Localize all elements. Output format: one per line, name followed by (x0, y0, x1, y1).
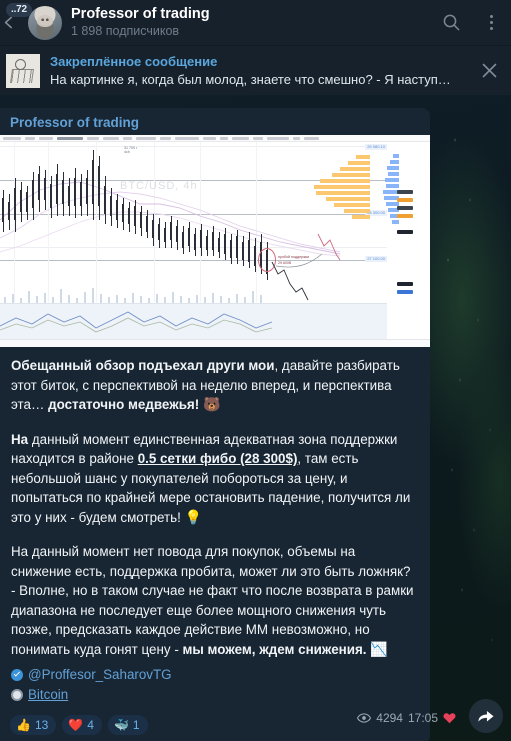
more-vertical-icon (489, 15, 493, 30)
pinned-close-button[interactable] (467, 46, 511, 96)
message-text: Обещанный обзор подъехал други мои, дава… (0, 347, 430, 663)
record-circle-icon (11, 689, 23, 701)
search-icon (443, 14, 459, 31)
link-row-channel[interactable]: @Proffesor_SaharovTG (11, 665, 418, 685)
message-bubble[interactable]: Professor of trading пробой поддержки 29… (0, 108, 430, 741)
subscriber-count: 1 898 подписчиков (71, 24, 180, 38)
whale-emoji: 🐳 (113, 718, 129, 732)
message-meta: 4294 17:05 (357, 711, 456, 725)
chart-time-axis (0, 339, 430, 347)
chart-down-emoji: 📉 (370, 640, 388, 657)
unread-count-badge: ..72 (6, 3, 32, 17)
verified-check-icon (11, 669, 23, 681)
reaction-heart[interactable]: ❤️ 4 (62, 715, 102, 735)
link-row-bitcoin[interactable]: Bitcoin (11, 685, 418, 705)
page-title: Professor of trading (71, 6, 210, 22)
chart-watermark: BTC/USD, 4h (120, 180, 198, 192)
back-arrow-icon (4, 16, 12, 29)
message-author[interactable]: Professor of trading (0, 108, 430, 135)
message-links: @Proffesor_SaharovTG Bitcoin (0, 663, 430, 705)
reaction-count: 13 (34, 718, 49, 732)
p2-fibo-highlight: 0.5 сетки фибо (28 300$) (137, 451, 298, 466)
heart-reaction-icon[interactable] (443, 712, 456, 724)
pinned-title: Закреплённое сообщение (50, 53, 218, 69)
bear-emoji: 🐻 (202, 396, 221, 412)
message-paragraph-2: На данный момент единственная адекватная… (11, 430, 418, 528)
p2-bold-lead: На (11, 431, 29, 447)
pinned-message-body[interactable]: Закреплённое сообщение На картинке я, ко… (50, 54, 467, 88)
pinned-thumbnail (6, 53, 40, 88)
message-paragraph-1: Обещанный обзор подъехал други мои, дава… (11, 356, 418, 415)
p1-bold-tail: достаточно медвежья! (44, 397, 200, 412)
message-paragraph-3: На данный момент нет повода для покупок,… (11, 542, 418, 659)
bulb-emoji: 💡 (184, 508, 203, 525)
bitcoin-link[interactable]: Bitcoin (28, 685, 68, 705)
share-forward-button[interactable] (469, 699, 503, 733)
thumbsup-emoji: 👍 (16, 718, 31, 732)
indicator-line (0, 311, 273, 333)
chat-header: ..72 Professor of trading 1 898 подписчи… (0, 0, 511, 45)
reaction-thumbsup[interactable]: 👍 13 (10, 715, 57, 735)
pinned-message-bar[interactable]: Закреплённое сообщение На картинке я, ко… (0, 45, 511, 95)
back-button[interactable]: ..72 (0, 0, 32, 45)
chat-header-text[interactable]: Professor of trading 1 898 подписчиков (71, 6, 431, 39)
search-button[interactable] (431, 0, 471, 45)
pinned-preview-text: На картинке я, когда был молод, знаете ч… (50, 71, 451, 87)
p1-bold-lead: Обещанный обзор подъехал други мои (11, 358, 275, 373)
p3-text: На данный момент нет повода для покупок,… (11, 544, 414, 657)
chart-toolbar (0, 135, 430, 142)
channel-mention-link[interactable]: @Proffesor_SaharovTG (28, 665, 172, 685)
chart-lower-indicator (0, 303, 387, 339)
tradingview-btc-chart[interactable]: пробой поддержки 29 600$ 29 980.10 28 300… (0, 135, 430, 347)
more-menu-button[interactable] (471, 0, 511, 45)
volume-profile (370, 142, 413, 302)
reaction-whale[interactable]: 🐳 1 (107, 715, 148, 735)
telegram-chat-screen: ..72 Professor of trading 1 898 подписчи… (0, 0, 511, 741)
projection-path (271, 233, 341, 301)
share-forward-icon (478, 711, 494, 722)
reaction-count: 4 (87, 718, 94, 732)
eye-icon (357, 713, 372, 723)
heart-emoji: ❤️ (68, 718, 84, 732)
chart-volume-bars (0, 287, 387, 303)
chart-annotation-support: пробой поддержки 29 600$ (278, 255, 310, 265)
view-count: 4294 (376, 711, 403, 725)
reaction-count: 1 (132, 718, 140, 732)
avatar[interactable] (28, 5, 62, 40)
message-time: 17:05 (407, 711, 438, 725)
close-icon (482, 63, 496, 78)
p3-bold-tail: мы можем, ждем снижения. (182, 641, 367, 657)
chart-candlestick-plot: пробой поддержки 29 600$ 29 980.10 28 300… (0, 142, 387, 302)
